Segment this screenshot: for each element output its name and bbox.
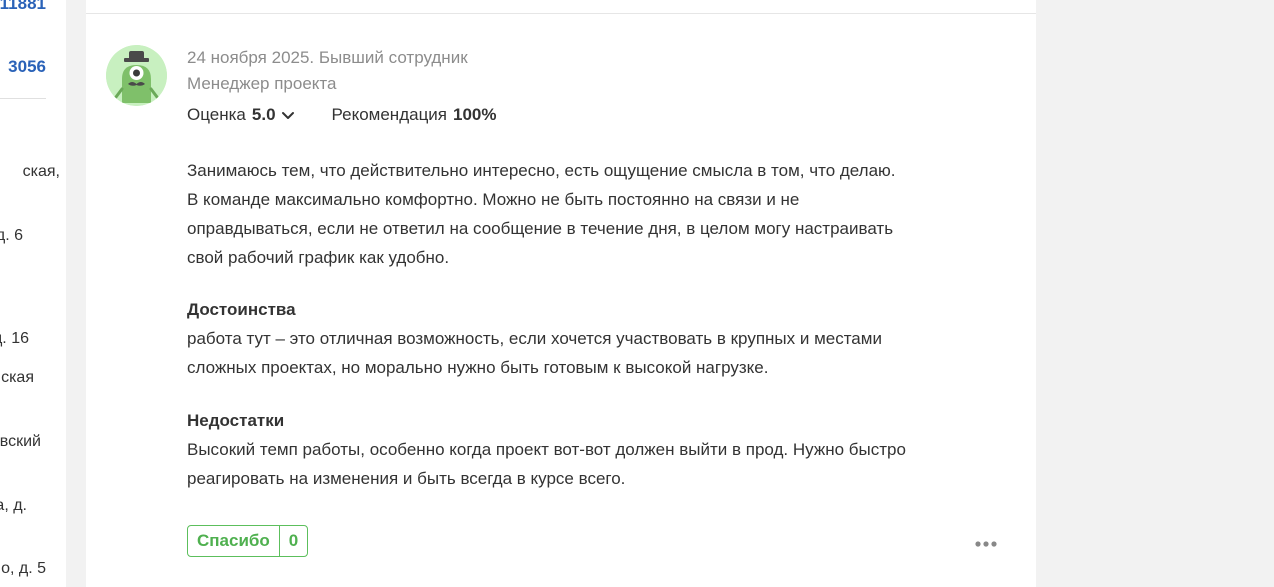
more-dots-icon[interactable] (974, 537, 998, 549)
rating-row: Оценка 5.0 Рекомендация 100% (187, 105, 497, 125)
cons-text: Высокий темп работы, особенно когда прое… (187, 440, 906, 488)
rating-value[interactable]: 5.0 (252, 105, 276, 125)
company-list-sidebar: 11881 3056 ская, д. 6 д. 16 ская вский а… (0, 0, 66, 587)
sidebar-address-1: ская, (22, 163, 60, 180)
sidebar-address-7: о, д. 5 (1, 560, 46, 577)
pros-text: работа тут – это отличная возможность, е… (187, 329, 882, 377)
card-divider (86, 13, 1036, 14)
pros-title: Достоинства (187, 300, 296, 319)
monster-avatar-icon (106, 45, 167, 106)
thanks-count: 0 (278, 526, 307, 556)
recommendation-value: 100% (453, 105, 497, 124)
review-body: Занимаюсь тем, что действительно интерес… (187, 161, 896, 267)
thanks-button[interactable]: Спасибо 0 (187, 525, 309, 557)
cons-title: Недостатки (187, 411, 285, 430)
sidebar-link-1[interactable]: 11881 (0, 0, 46, 14)
left-gutter (66, 0, 86, 587)
recommendation-label: Рекомендация (331, 105, 448, 124)
sidebar-divider (0, 98, 46, 99)
thanks-label: Спасибо (197, 531, 270, 550)
review-position: Менеджер проекта (187, 74, 337, 93)
sidebar-address-3: д. 16 (0, 330, 29, 347)
review-date-status: 24 ноября 2025. Бывший сотрудник (187, 48, 468, 67)
sidebar-address-4: ская (1, 369, 34, 386)
sidebar-address-2: д. 6 (0, 227, 23, 244)
sidebar-link-2[interactable]: 3056 (8, 57, 46, 77)
right-gutter (1036, 0, 1274, 587)
rating-label: Оценка (187, 105, 246, 124)
chevron-down-icon[interactable] (280, 107, 296, 123)
sidebar-address-6: а, д. (0, 497, 27, 514)
review-card: 24 ноября 2025. Бывший сотрудник Менедже… (86, 0, 1036, 587)
sidebar-address-5: вский (0, 433, 41, 450)
